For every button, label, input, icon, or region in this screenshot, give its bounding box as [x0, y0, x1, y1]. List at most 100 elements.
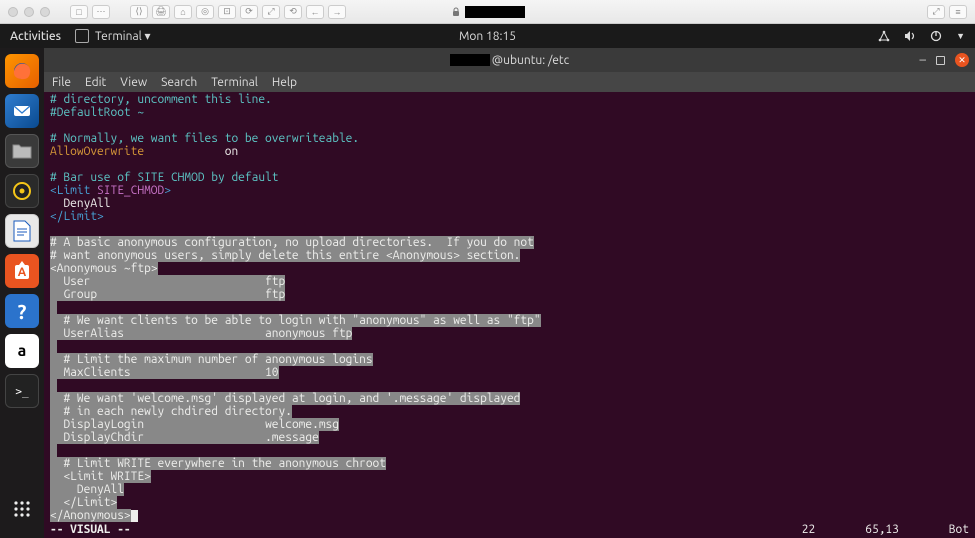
- maximize-button[interactable]: [936, 56, 945, 65]
- host-tool[interactable]: □: [70, 5, 88, 19]
- launcher-show-apps[interactable]: [5, 492, 39, 526]
- launcher: A ? a >_: [0, 48, 44, 538]
- host-toolbar-right: ⤢ ≡: [927, 5, 967, 19]
- minimize-button[interactable]: –: [920, 53, 926, 67]
- editor-line: UserAlias anonymous ftp: [50, 327, 969, 340]
- launcher-files[interactable]: [5, 134, 39, 168]
- menu-terminal[interactable]: Terminal: [211, 76, 258, 89]
- editor-line: [50, 301, 969, 314]
- host-tool[interactable]: ◎: [196, 5, 214, 19]
- editor-line: DisplayLogin welcome.msg: [50, 418, 969, 431]
- redacted-user: [450, 54, 490, 66]
- editor-line: # Limit the maximum number of anonymous …: [50, 353, 969, 366]
- host-tool[interactable]: ⟨⟩: [130, 5, 148, 19]
- terminal-content[interactable]: # directory, uncomment this line.#Defaul…: [44, 92, 975, 523]
- traffic-light-minimize[interactable]: [24, 7, 34, 17]
- editor-line: MaxClients 10: [50, 366, 969, 379]
- vim-mode: -- VISUAL --: [50, 523, 131, 536]
- host-tool[interactable]: ⟲: [284, 5, 302, 19]
- host-tool[interactable]: →: [328, 5, 346, 19]
- host-tool[interactable]: ⊡: [218, 5, 236, 19]
- host-tool[interactable]: ⤢: [927, 5, 945, 19]
- editor-line: User ftp: [50, 275, 969, 288]
- svg-text:A: A: [18, 266, 27, 279]
- host-tool[interactable]: ⟳: [240, 5, 258, 19]
- launcher-amazon[interactable]: a: [5, 334, 39, 368]
- terminal-window: @ubuntu: /etc – ✕ File Edit View Search …: [44, 48, 975, 538]
- editor-line: </Limit>: [50, 210, 969, 223]
- traffic-light-close[interactable]: [8, 7, 18, 17]
- launcher-software[interactable]: A: [5, 254, 39, 288]
- editor-line: DenyAll: [50, 483, 969, 496]
- editor-line: [50, 119, 969, 132]
- host-address: [451, 6, 525, 18]
- host-tool[interactable]: ⌂: [174, 5, 192, 19]
- host-titlebar: □ ⋯ ⟨⟩ 🖨 ⌂ ◎ ⊡ ⟳ ⤢ ⟲ ← → ⤢ ≡: [0, 0, 975, 24]
- window-controls: – ✕: [920, 53, 969, 67]
- desktop: A ? a >_ @ubuntu: /etc – ✕ File Edit Vie…: [0, 48, 975, 538]
- traffic-light-zoom[interactable]: [40, 7, 50, 17]
- menu-search[interactable]: Search: [161, 76, 197, 89]
- chevron-down-icon: ▼: [956, 31, 965, 41]
- launcher-rhythmbox[interactable]: [5, 174, 39, 208]
- editor-line: # We want 'welcome.msg' displayed at log…: [50, 392, 969, 405]
- launcher-firefox[interactable]: [5, 54, 39, 88]
- menu-edit[interactable]: Edit: [85, 76, 106, 89]
- editor-line: # A basic anonymous configuration, no up…: [50, 236, 969, 249]
- app-menu[interactable]: Terminal ▾: [75, 29, 150, 43]
- close-button[interactable]: ✕: [955, 53, 969, 67]
- launcher-terminal[interactable]: >_: [5, 374, 39, 408]
- app-menu-label: Terminal ▾: [95, 29, 150, 43]
- host-toolbar-left: □ ⋯: [70, 5, 110, 19]
- lock-icon: [451, 7, 461, 17]
- host-tool[interactable]: ⤢: [262, 5, 280, 19]
- gnome-topbar: Activities Terminal ▾ Mon 18:15 ▼: [0, 24, 975, 48]
- clock[interactable]: Mon 18:15: [459, 30, 516, 43]
- volume-icon: [904, 30, 916, 42]
- editor-line: [50, 223, 969, 236]
- editor-line: # Limit WRITE everywhere in the anonymou…: [50, 457, 969, 470]
- editor-line: </Limit>: [50, 496, 969, 509]
- host-tool[interactable]: 🖨: [152, 5, 170, 19]
- menu-file[interactable]: File: [52, 76, 71, 89]
- host-tool[interactable]: ≡: [949, 5, 967, 19]
- editor-line: DisplayChdir .message: [50, 431, 969, 444]
- network-icon: [878, 30, 890, 42]
- host-tool[interactable]: ⋯: [92, 5, 110, 19]
- editor-line: DenyAll: [50, 197, 969, 210]
- editor-line: AllowOverwrite on: [50, 145, 969, 158]
- window-titlebar[interactable]: @ubuntu: /etc – ✕: [44, 48, 975, 72]
- redacted-address: [465, 6, 525, 18]
- activities-button[interactable]: Activities: [10, 30, 61, 43]
- editor-line: # in each newly chdired directory.: [50, 405, 969, 418]
- editor-line: <Anonymous ~ftp>: [50, 262, 969, 275]
- vim-scroll-pos: Bot: [949, 523, 969, 536]
- host-tool[interactable]: ←: [306, 5, 324, 19]
- traffic-lights: [8, 7, 50, 17]
- launcher-help[interactable]: ?: [5, 294, 39, 328]
- editor-line: [50, 444, 969, 457]
- terminal-icon: [75, 29, 89, 43]
- editor-line: [50, 340, 969, 353]
- menu-view[interactable]: View: [120, 76, 147, 89]
- host-toolbar-mid: ⟨⟩ 🖨 ⌂ ◎ ⊡ ⟳ ⤢ ⟲ ← →: [130, 5, 346, 19]
- window-title: @ubuntu: /etc: [450, 54, 569, 67]
- editor-line: # Normally, we want files to be overwrit…: [50, 132, 969, 145]
- editor-line: # We want clients to be able to login wi…: [50, 314, 969, 327]
- editor-line: <Limit WRITE>: [50, 470, 969, 483]
- editor-line: # directory, uncomment this line.: [50, 93, 969, 106]
- vim-status-line: -- VISUAL -- 22 65,13 Bot: [44, 523, 975, 538]
- editor-line: [50, 379, 969, 392]
- editor-line: <Limit SITE_CHMOD>: [50, 184, 969, 197]
- editor-line: [50, 158, 969, 171]
- launcher-thunderbird[interactable]: [5, 94, 39, 128]
- menu-help[interactable]: Help: [272, 76, 297, 89]
- power-icon: [930, 30, 942, 42]
- menubar: File Edit View Search Terminal Help: [44, 72, 975, 92]
- vim-cursor-pos: 65,13: [865, 523, 899, 536]
- editor-line: #DefaultRoot ~: [50, 106, 969, 119]
- editor-line: # Bar use of SITE CHMOD by default: [50, 171, 969, 184]
- launcher-libreoffice[interactable]: [5, 214, 39, 248]
- system-tray[interactable]: ▼: [878, 30, 965, 42]
- editor-line: Group ftp: [50, 288, 969, 301]
